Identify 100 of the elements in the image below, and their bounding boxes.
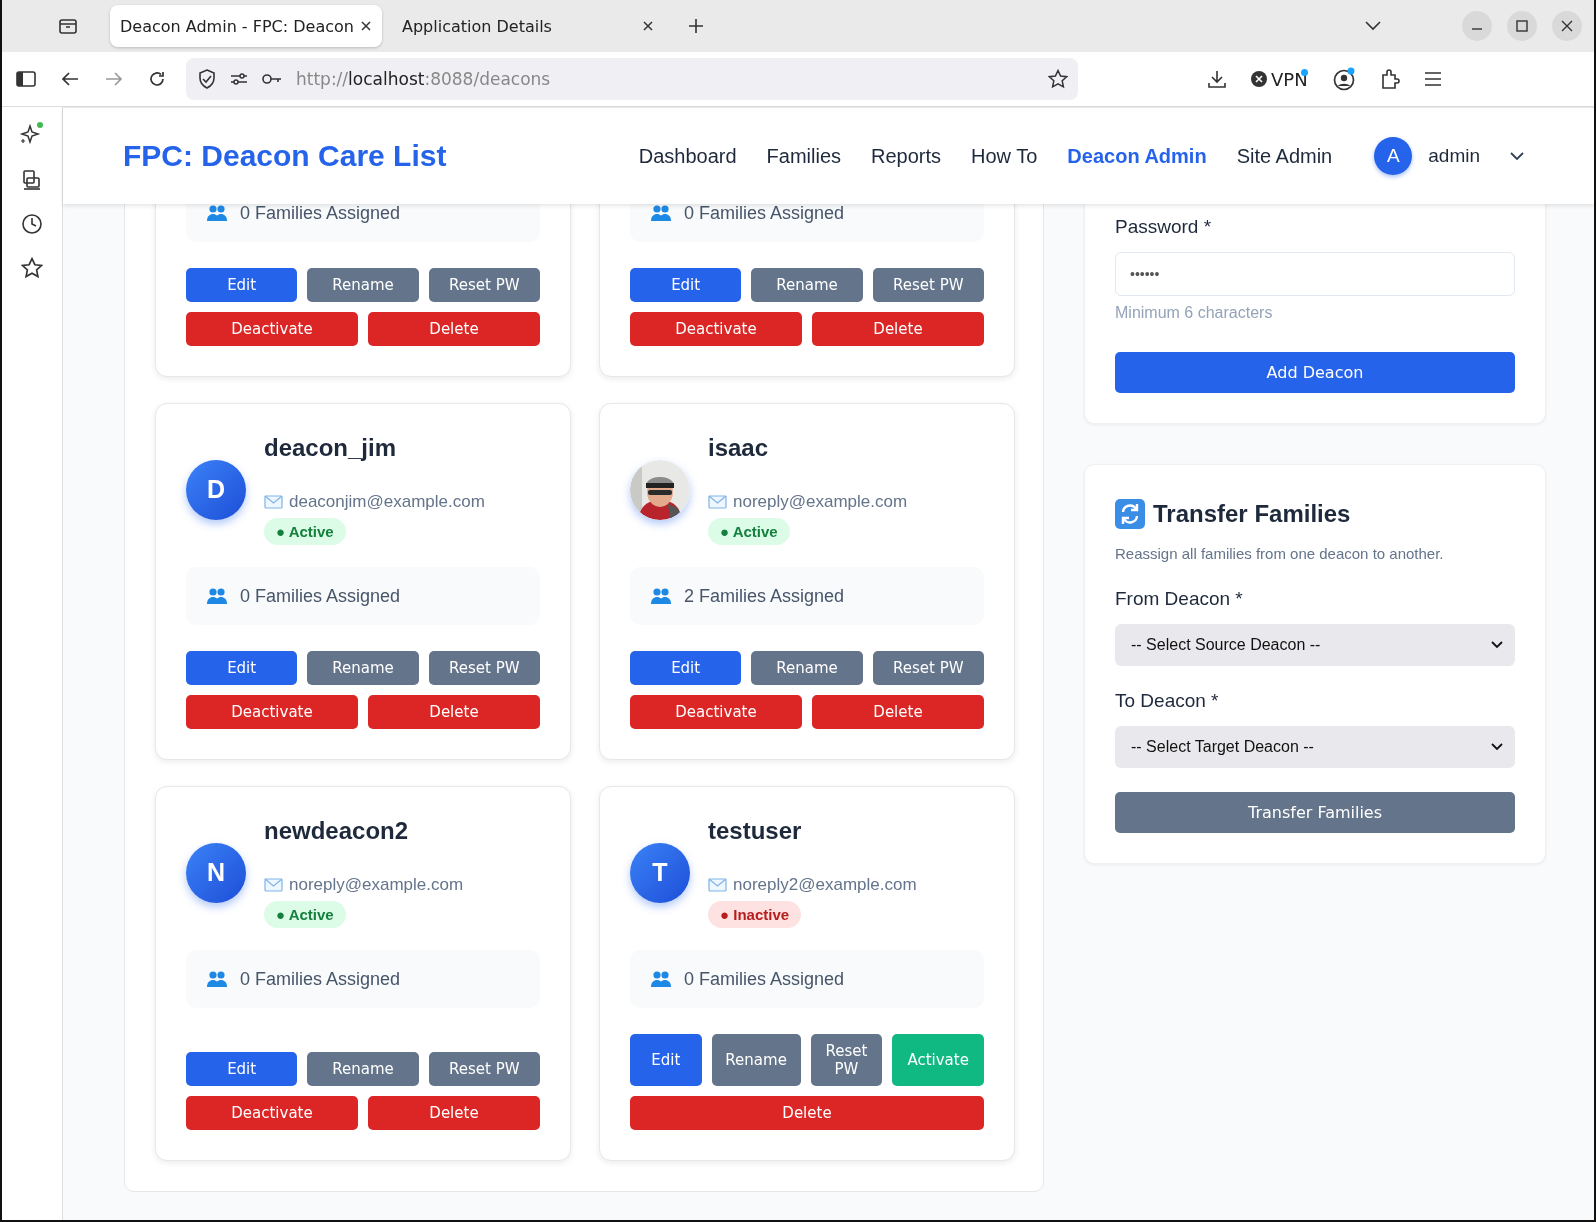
sidebar-icon[interactable] [16, 71, 36, 87]
envelope-icon [264, 495, 283, 509]
action-button[interactable]: Reset PW [810, 1034, 883, 1086]
people-icon [650, 587, 672, 605]
email-text: noreply@example.com [733, 492, 908, 512]
chevron-down-icon[interactable] [1364, 20, 1382, 32]
shield-icon [198, 69, 216, 89]
action-button[interactable]: Deactivate [186, 1096, 358, 1130]
action-button[interactable]: Delete [368, 1096, 540, 1130]
close-icon[interactable] [1552, 11, 1582, 41]
people-icon [206, 587, 228, 605]
people-icon [206, 970, 228, 988]
action-button[interactable]: Deactivate [630, 312, 802, 346]
close-icon[interactable] [642, 20, 654, 32]
families-count: 2 Families Assigned [684, 585, 845, 607]
action-button[interactable]: Delete [368, 695, 540, 729]
nav-link[interactable]: Dashboard [638, 144, 737, 168]
action-button[interactable]: Deactivate [186, 312, 358, 346]
action-button[interactable]: Rename [751, 268, 863, 302]
action-button[interactable]: Delete [812, 312, 984, 346]
forward-icon[interactable] [104, 71, 124, 87]
action-button[interactable]: Edit [630, 1034, 702, 1086]
action-button[interactable]: Edit [186, 268, 298, 302]
nav-link[interactable]: Families [766, 144, 841, 168]
email-text: deaconjim@example.com [289, 492, 485, 512]
action-button[interactable]: Reset PW [428, 268, 540, 302]
back-icon[interactable] [60, 71, 80, 87]
action-button[interactable]: Rename [307, 1052, 419, 1086]
close-icon[interactable] [360, 20, 372, 32]
nav-link[interactable]: How To [971, 144, 1038, 168]
action-button[interactable]: Rename [711, 1034, 801, 1086]
add-deacon-button[interactable]: Add Deacon [1115, 352, 1515, 393]
envelope-icon [264, 878, 283, 892]
maximize-icon[interactable] [1507, 11, 1537, 41]
vpn-button[interactable]: VPN [1251, 68, 1308, 90]
action-button[interactable]: Deactivate [186, 695, 358, 729]
nav-link[interactable]: Deacon Admin [1067, 144, 1207, 168]
deacon-name: deacon_jim [264, 434, 397, 462]
clock-icon[interactable] [21, 213, 43, 235]
avatar: D [186, 459, 246, 520]
people-icon [650, 970, 672, 988]
url-text: http://localhost:8088/deacons [296, 69, 551, 89]
action-button[interactable]: Edit [630, 268, 742, 302]
source-deacon-select[interactable]: -- Select Source Deacon -- [1115, 624, 1515, 666]
browser-tab[interactable]: Deacon Admin - FPC: Deacon [110, 5, 382, 47]
chevron-down-icon[interactable] [1510, 151, 1524, 161]
key-icon [262, 73, 282, 85]
sliders-icon [230, 72, 248, 86]
download-icon[interactable] [1207, 69, 1227, 89]
user-avatar[interactable]: A [1374, 137, 1413, 175]
action-button[interactable]: Delete [812, 695, 984, 729]
action-button[interactable]: Delete [630, 1096, 984, 1130]
avatar: N [186, 842, 246, 903]
action-button[interactable]: Reset PW [872, 268, 984, 302]
device-icon[interactable] [21, 169, 43, 191]
action-button[interactable]: Activate [892, 1034, 984, 1086]
password-field[interactable]: •••••• [1115, 252, 1515, 296]
families-count: 0 Families Assigned [240, 204, 401, 224]
new-tab-icon[interactable] [688, 18, 704, 34]
target-deacon-select[interactable]: -- Select Target Deacon -- [1115, 726, 1515, 768]
reload-icon[interactable] [148, 70, 166, 88]
action-button[interactable]: Delete [368, 312, 540, 346]
action-button[interactable]: Deactivate [630, 695, 802, 729]
status-badge: ● Active [264, 518, 346, 545]
deacon-name: newdeacon2 [264, 817, 409, 845]
star-icon[interactable] [21, 257, 43, 279]
account-icon[interactable] [1331, 67, 1356, 91]
status-badge: ● Active [264, 901, 346, 928]
envelope-icon [708, 495, 727, 509]
transfer-button[interactable]: Transfer Families [1115, 792, 1515, 833]
user-name[interactable]: admin [1428, 145, 1480, 167]
deacon-name: isaac [708, 434, 769, 462]
browser-tab[interactable]: Application Details [392, 5, 664, 47]
action-button[interactable]: Reset PW [872, 651, 984, 685]
action-button[interactable]: Edit [186, 651, 298, 685]
tab-list-icon[interactable] [58, 17, 78, 35]
families-count: 0 Families Assigned [240, 585, 401, 607]
status-badge: ● Inactive [708, 901, 802, 928]
status-badge: ● Active [708, 518, 790, 545]
card-title: Transfer Families [1153, 500, 1351, 528]
action-button[interactable]: Reset PW [428, 651, 540, 685]
arrows-cycle-icon [1115, 499, 1145, 529]
minimize-icon[interactable] [1462, 11, 1492, 41]
star-icon[interactable] [1048, 69, 1068, 89]
close-circle-icon [1251, 71, 1267, 87]
action-button[interactable]: Rename [307, 651, 419, 685]
families-count: 0 Families Assigned [240, 968, 401, 990]
action-button[interactable]: Reset PW [428, 1052, 540, 1086]
puzzle-icon[interactable] [1379, 68, 1400, 90]
action-button[interactable]: Rename [307, 268, 419, 302]
action-button[interactable]: Rename [751, 651, 863, 685]
email-text: noreply@example.com [289, 875, 464, 895]
action-button[interactable]: Edit [630, 651, 742, 685]
menu-icon[interactable] [1423, 72, 1442, 86]
field-label: To Deacon * [1115, 690, 1220, 712]
address-bar[interactable]: http://localhost:8088/deacons [186, 58, 1078, 100]
brand-title[interactable]: FPC: Deacon Care List [123, 139, 447, 173]
nav-link[interactable]: Site Admin [1236, 144, 1333, 168]
action-button[interactable]: Edit [186, 1052, 298, 1086]
nav-link[interactable]: Reports [871, 144, 942, 168]
